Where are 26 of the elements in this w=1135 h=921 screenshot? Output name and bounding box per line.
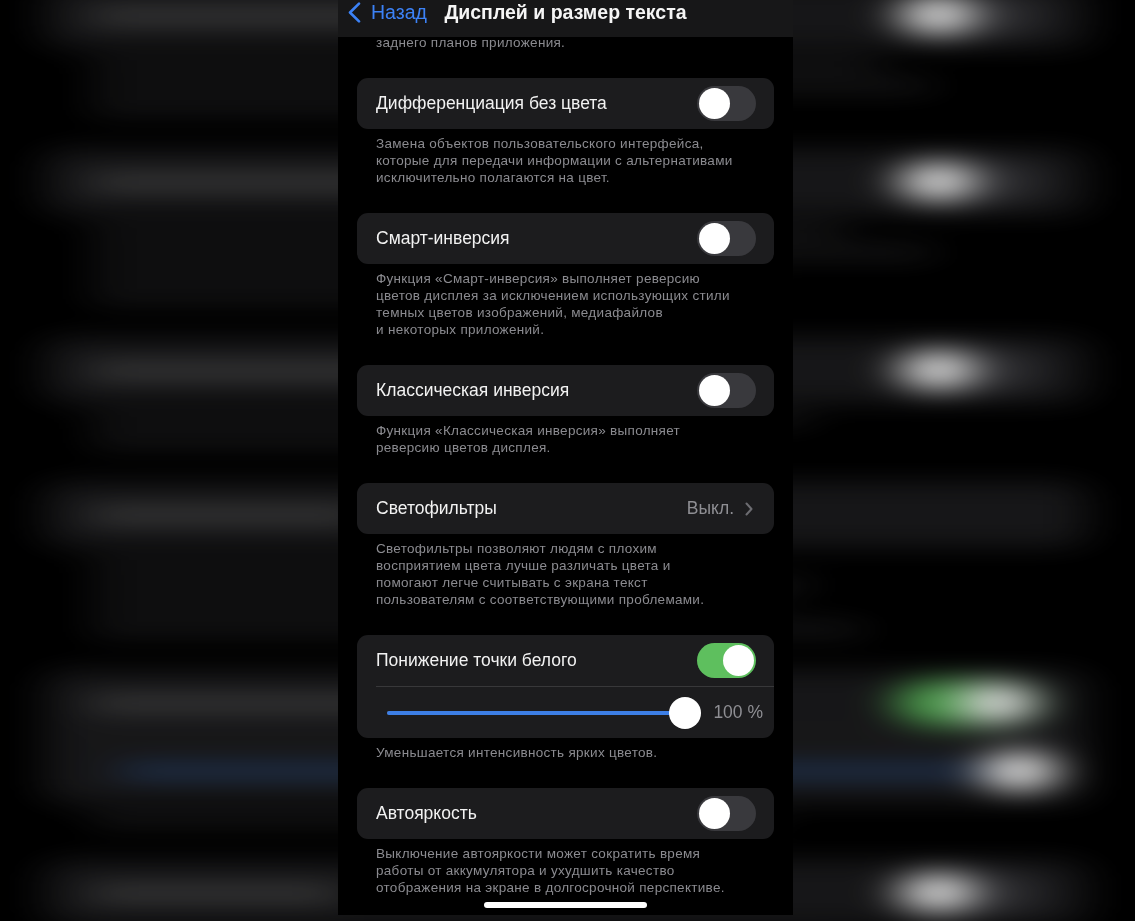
toggle-switch[interactable]: [697, 221, 756, 256]
section-footer-text: Замена объектов пользовательского интерфейса, которые для передачи информации с альтернативами исключительно полагаются на цвет.: [375, 135, 734, 186]
toggle-switch[interactable]: [697, 643, 756, 678]
setting-value: Выкл.: [686, 498, 734, 519]
section-footer-text: Уменьшается интенсивность ярких цветов.: [375, 744, 659, 761]
section-footer-text: Выключение автояркости может сократить время работы от аккумулятора и ухудшить качество отображения на экране в долгосрочной перспективе.: [375, 845, 726, 896]
section-footer-text: Функция «Классическая инверсия» выполняет реверсию цветов дисплея.: [375, 422, 682, 456]
back-button[interactable]: Назад: [348, 0, 427, 24]
setting-label: Понижение точки белого: [376, 650, 578, 671]
toggle-switch[interactable]: [697, 373, 756, 408]
setting-label: Смарт-инверсия: [376, 228, 511, 249]
slider-thumb[interactable]: [669, 696, 702, 729]
setting-label: Светофильтры: [376, 498, 498, 519]
toggle-switch[interactable]: [697, 796, 756, 831]
slider-value: 100 %: [713, 702, 763, 723]
section-footer-text: Светофильтры позволяют людям с плохим восприятием цвета лучше различать цвета и помогают легче считывать с экрана текст пользователям с соответствующими проблемами.: [375, 540, 706, 608]
toggle-switch[interactable]: [697, 86, 756, 121]
slider-track[interactable]: [387, 696, 702, 729]
section-footer-text: заднего планов приложения.: [375, 34, 567, 51]
section-footer-text: Функция «Смарт-инверсия» выполняет реверсию цветов дисплея за исключением использующих стили темных цветов изображений, медиафайлов и некоторых приложений.: [375, 270, 731, 338]
setting-label: Автояркость: [376, 803, 478, 824]
chevron-left-icon: [348, 1, 361, 23]
setting-label: Классическая инверсия: [376, 380, 571, 401]
screen-title: Дисплей и размер текста: [444, 0, 687, 24]
chevron-right-icon: [745, 501, 753, 516]
setting-label: Дифференциация без цвета: [376, 93, 608, 114]
